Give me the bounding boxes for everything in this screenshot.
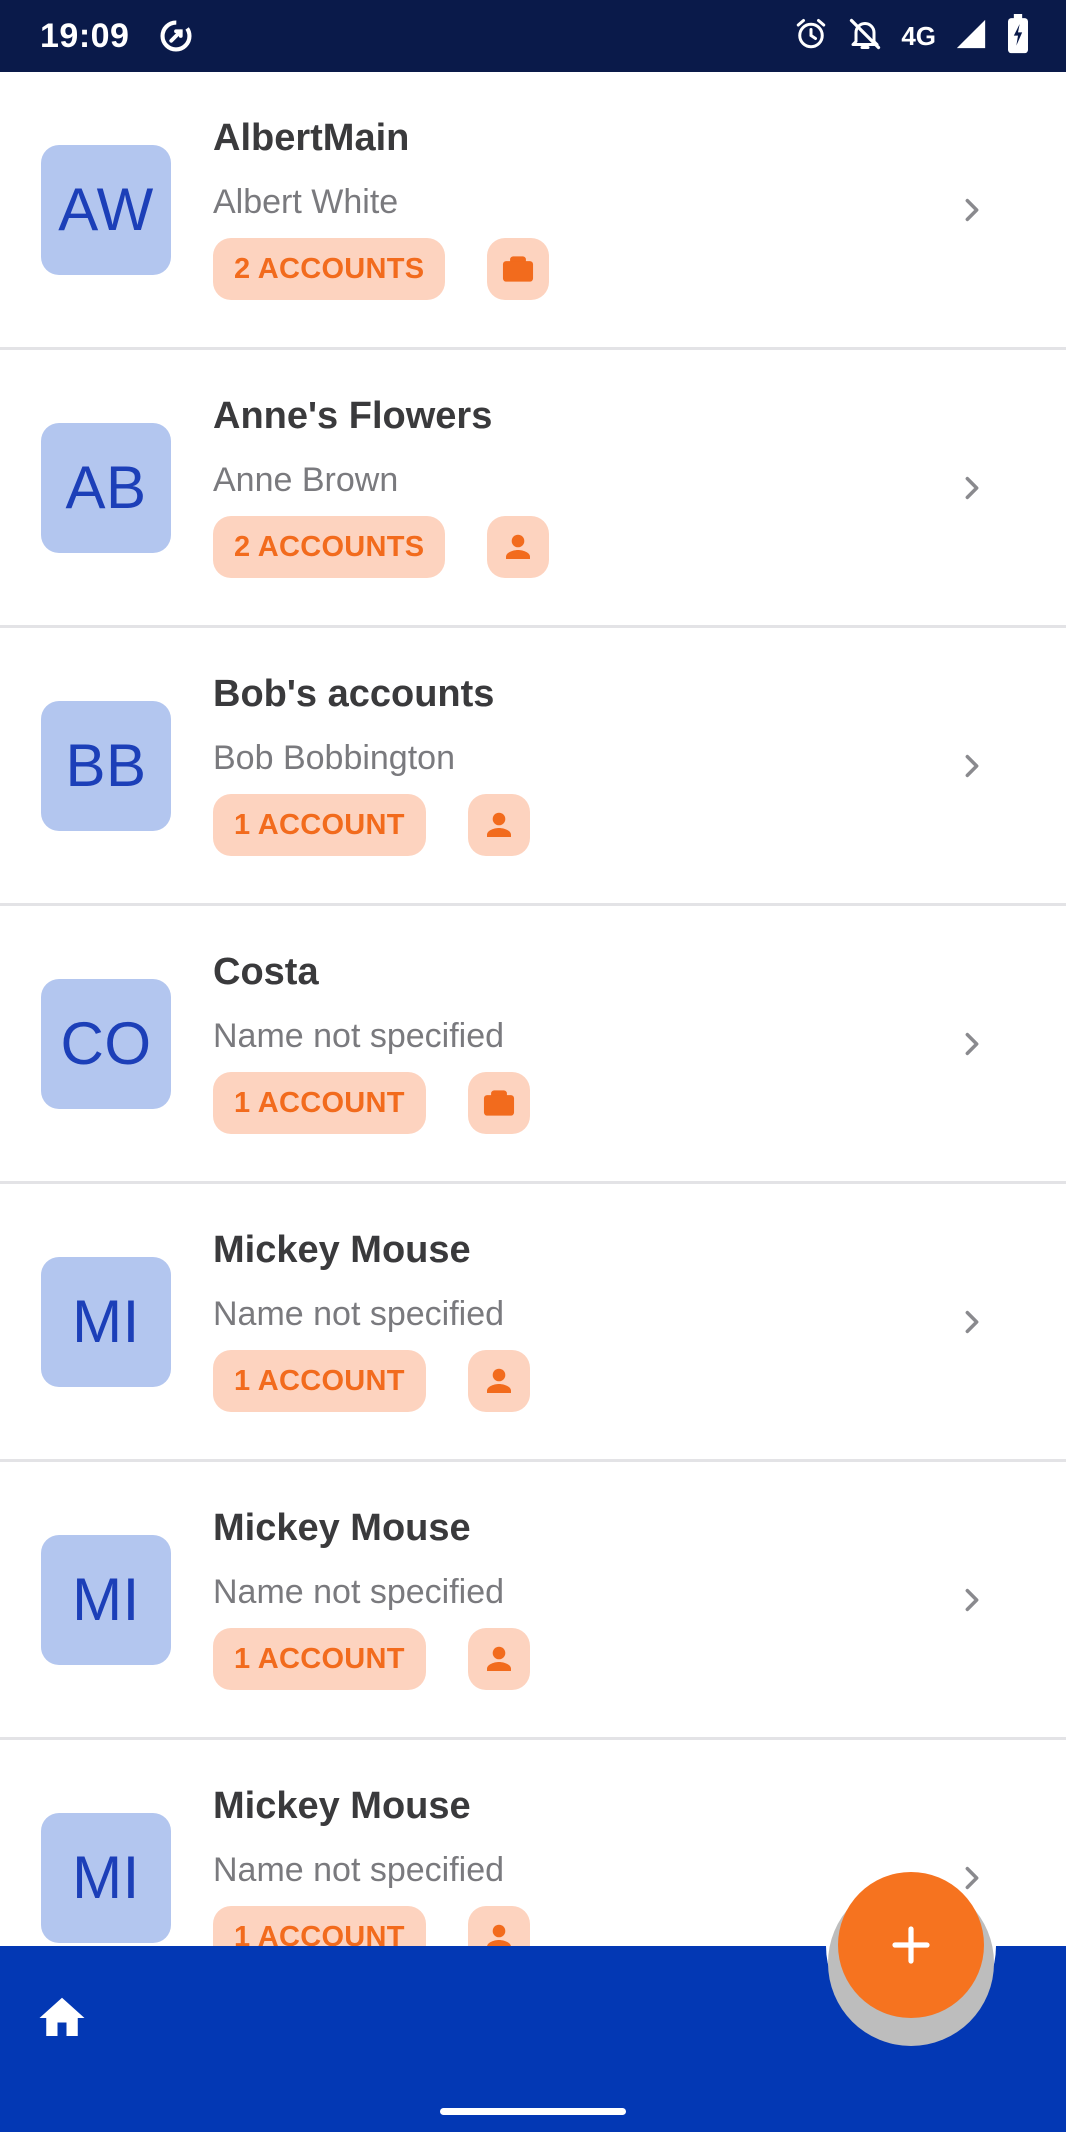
client-title: Bob's accounts	[213, 673, 495, 715]
accounts-badge: 1 ACCOUNT	[213, 1628, 426, 1690]
client-subtitle: Name not specified	[213, 1017, 505, 1055]
avatar: MI	[41, 1256, 171, 1387]
gesture-handle[interactable]	[440, 2108, 626, 2115]
accounts-badge: 1 ACCOUNT	[213, 1350, 426, 1412]
client-list-screen: 19:09 4G AW AlbertMain Albert White 2 AC…	[0, 0, 1066, 2132]
person-icon	[487, 516, 550, 578]
bell-off-icon	[847, 16, 883, 57]
battery-charging-icon	[1006, 13, 1030, 59]
accounts-badge: 2 ACCOUNTS	[213, 238, 446, 300]
chevron-right-icon	[956, 750, 988, 782]
avatar: BB	[41, 700, 171, 831]
signal-icon	[954, 17, 988, 56]
avatar: CO	[41, 978, 171, 1109]
client-list: AW AlbertMain Albert White 2 ACCOUNTS AB…	[0, 72, 1066, 1947]
avatar: AB	[41, 422, 171, 553]
client-title: AlbertMain	[213, 117, 410, 159]
client-subtitle: Name not specified	[213, 1573, 505, 1611]
client-subtitle: Albert White	[213, 183, 399, 221]
status-icons: 4G	[793, 0, 1030, 72]
list-item[interactable]: AB Anne's Flowers Anne Brown 2 ACCOUNTS	[0, 350, 1066, 628]
home-icon	[39, 1997, 85, 2036]
list-item[interactable]: AW AlbertMain Albert White 2 ACCOUNTS	[0, 72, 1066, 350]
client-subtitle: Anne Brown	[213, 461, 399, 499]
chevron-right-icon	[956, 1306, 988, 1338]
alarm-icon	[793, 16, 829, 57]
plus-icon	[892, 1926, 930, 1964]
client-subtitle: Bob Bobbington	[213, 739, 455, 777]
chevron-right-icon	[956, 1584, 988, 1616]
chevron-right-icon	[956, 194, 988, 226]
add-client-button[interactable]	[838, 1872, 984, 2018]
list-item[interactable]: MI Mickey Mouse Name not specified 1 ACC…	[0, 1184, 1066, 1462]
list-item[interactable]: BB Bob's accounts Bob Bobbington 1 ACCOU…	[0, 628, 1066, 906]
client-title: Anne's Flowers	[213, 395, 493, 437]
person-icon	[467, 794, 530, 856]
list-item[interactable]: MI Mickey Mouse Name not specified 1 ACC…	[0, 1462, 1066, 1740]
avatar: AW	[41, 144, 171, 275]
list-item[interactable]: CO Costa Name not specified 1 ACCOUNT	[0, 906, 1066, 1184]
client-subtitle: Name not specified	[213, 1295, 505, 1333]
client-title: Mickey Mouse	[213, 1229, 471, 1271]
avatar: MI	[41, 1812, 171, 1943]
chevron-right-icon	[956, 472, 988, 504]
person-icon	[467, 1350, 530, 1412]
home-button[interactable]	[34, 1990, 90, 2046]
status-bar: 19:09 4G	[0, 0, 1066, 72]
briefcase-icon	[467, 1072, 530, 1134]
person-icon	[467, 1906, 530, 1947]
person-icon	[467, 1628, 530, 1690]
chevron-right-icon	[956, 1862, 988, 1894]
accounts-badge: 2 ACCOUNTS	[213, 516, 446, 578]
network-type: 4G	[901, 20, 936, 51]
client-title: Mickey Mouse	[213, 1785, 471, 1827]
client-title: Mickey Mouse	[213, 1507, 471, 1549]
data-saver-icon	[157, 17, 195, 55]
briefcase-icon	[487, 238, 550, 300]
accounts-badge: 1 ACCOUNT	[213, 1906, 426, 1947]
accounts-badge: 1 ACCOUNT	[213, 794, 426, 856]
avatar: MI	[41, 1534, 171, 1665]
chevron-right-icon	[956, 1028, 988, 1060]
accounts-badge: 1 ACCOUNT	[213, 1072, 426, 1134]
client-title: Costa	[213, 951, 319, 993]
status-time: 19:09	[40, 16, 130, 55]
client-subtitle: Name not specified	[213, 1851, 505, 1889]
